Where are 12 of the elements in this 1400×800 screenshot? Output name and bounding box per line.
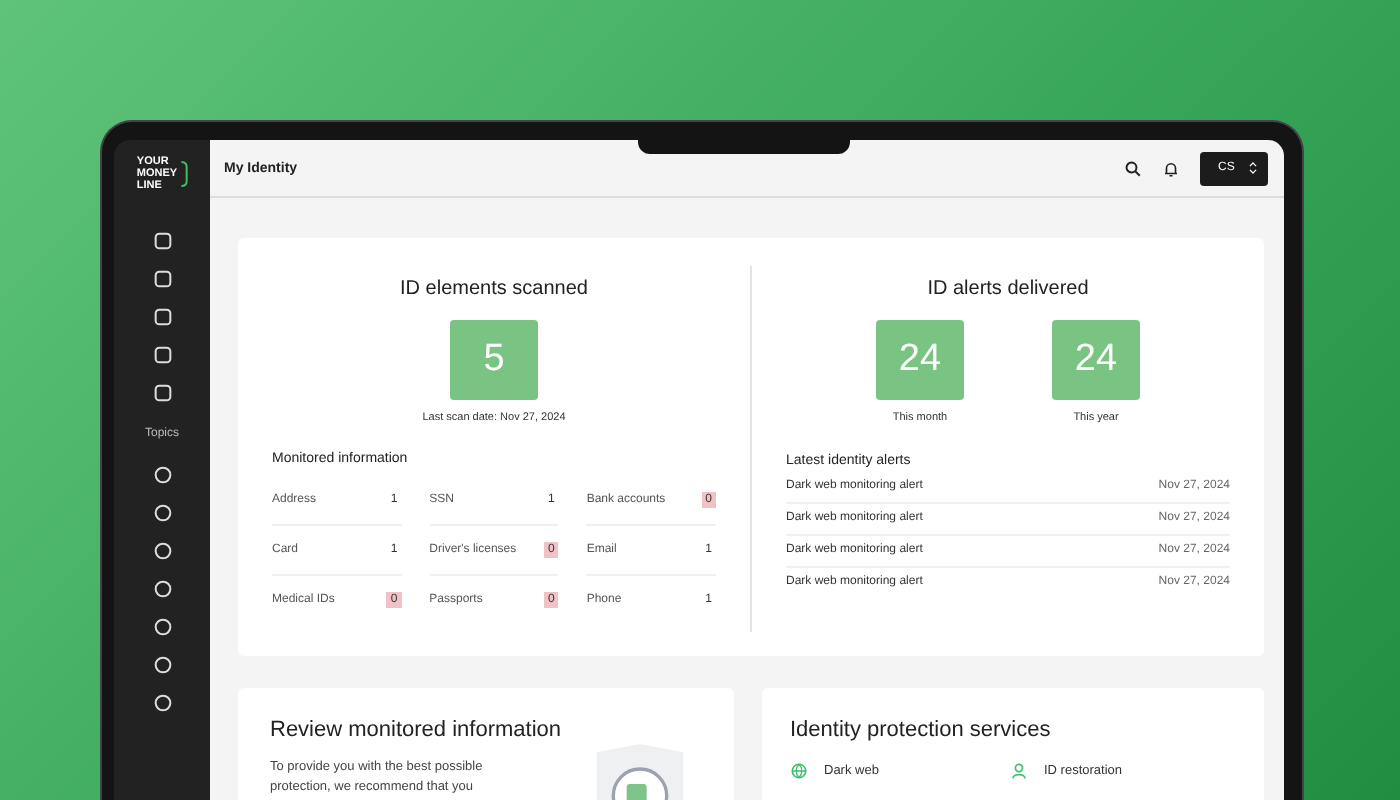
count-tile: 24 [876,320,964,400]
chevron-icon [1248,160,1258,176]
person-icon [1010,762,1028,780]
card-title: ID elements scanned [400,278,588,300]
card-title: ID alerts delivered [927,278,1089,300]
count-tile: 5 [450,320,538,400]
globe-icon [790,762,808,780]
count-tile: 24 [1052,320,1140,400]
card-title: Identity protection services [790,718,1053,742]
search-icon[interactable] [1124,159,1142,177]
card-title: Review monitored information [270,718,564,742]
bell-icon[interactable] [1162,159,1180,177]
